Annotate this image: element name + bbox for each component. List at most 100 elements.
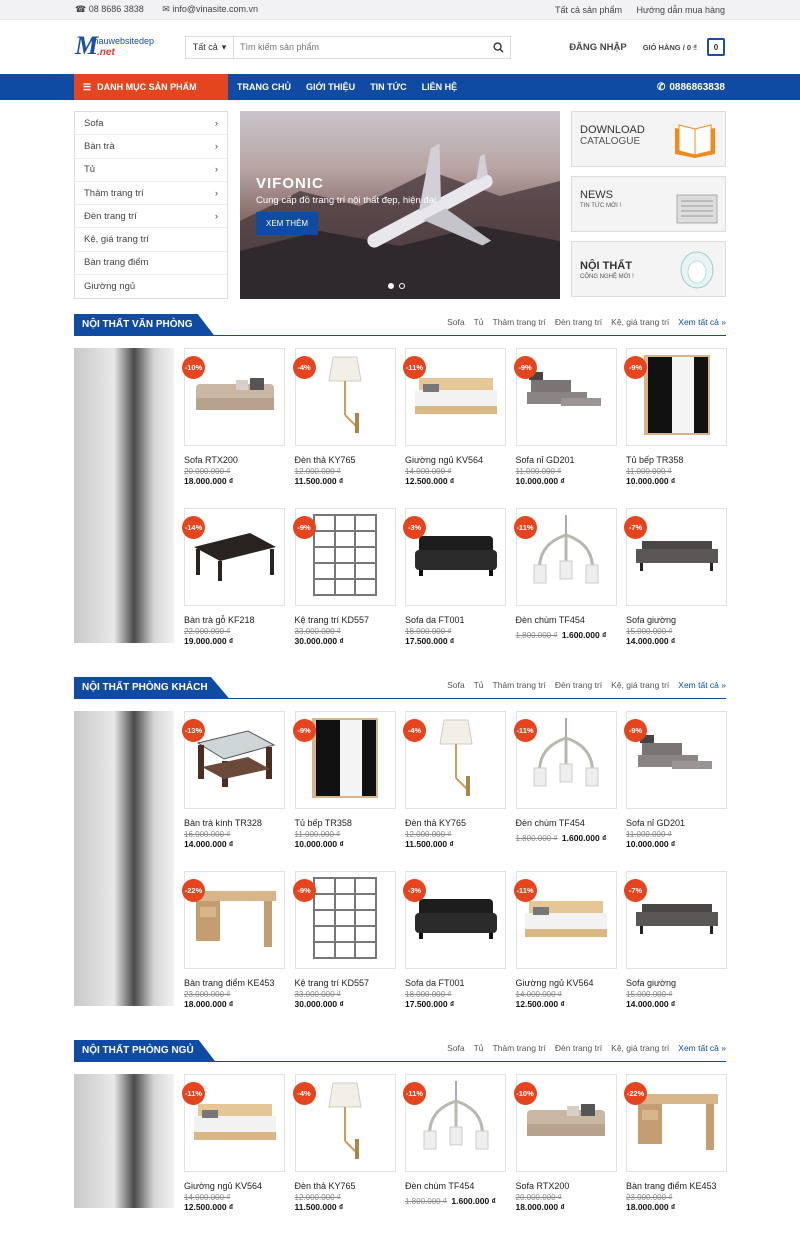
search-input[interactable] <box>234 36 486 58</box>
product-card[interactable]: -9% Sofa nỉ GD201 11.000.000 ₫ 10.000.000 ₫ <box>513 348 617 486</box>
product-card[interactable]: -10% Sofa RTX200 20.000.000 ₫ 18.000.000 ₫ <box>513 1074 617 1212</box>
sidebar-item-coffee-table[interactable]: Bàn trà › <box>75 135 227 159</box>
section-filter-link[interactable]: Sofa <box>447 317 465 327</box>
product-name[interactable]: Đèn thả KY765 <box>405 818 506 828</box>
section-title[interactable]: NỘI THẤT VĂN PHÒNG <box>74 314 215 336</box>
product-card[interactable]: -7% Sofa giường 15.000.000 ₫ 14.000.000 ₫ <box>624 871 727 1009</box>
product-card[interactable]: -22% Bàn trang điểm KE453 23.000.000 ₫ 18.0… <box>182 871 285 1009</box>
product-image[interactable]: -9% <box>624 348 727 446</box>
see-all-link[interactable]: Xem tất cả » <box>678 680 726 690</box>
product-image[interactable]: -4% <box>292 348 396 446</box>
category-menu-button[interactable]: ☰ DANH MỤC SẢN PHẨM <box>74 74 228 100</box>
product-card[interactable]: -9% Tủ bếp TR358 11.000.000 ₫ 10.000.000 ₫ <box>624 348 727 486</box>
cart-icon[interactable]: 0 <box>707 38 725 56</box>
product-name[interactable]: Tủ bếp TR358 <box>295 818 396 828</box>
product-name[interactable]: Đèn thả KY765 <box>295 455 396 465</box>
product-card[interactable]: -9% Kệ trang trí KD557 33.000.000 ₫ 30.000.… <box>292 871 396 1009</box>
product-card[interactable]: -22% Bàn trang điểm KE453 23.000.000 ₫ 18.0… <box>624 1074 727 1212</box>
section-filter-link[interactable]: Kệ, giá trang trí <box>611 317 669 327</box>
product-card[interactable]: -11% Đèn chùm TF454 1.800.000 ₫ 1.600.000 … <box>513 711 617 846</box>
section-filter-link[interactable]: Kệ, giá trang trí <box>611 680 669 690</box>
product-name[interactable]: Sofa RTX200 <box>516 1181 617 1191</box>
product-name[interactable]: Bàn trà gỗ KF218 <box>184 615 285 625</box>
sidebar-item-lamp[interactable]: Đèn trang trí › <box>75 205 227 229</box>
product-card[interactable]: -9% Tủ bếp TR358 11.000.000 ₫ 10.000.000 ₫ <box>292 711 396 849</box>
product-image[interactable]: -14% <box>182 508 285 606</box>
section-filter-link[interactable]: Đèn trang trí <box>555 317 602 327</box>
sidebar-item-shelf[interactable]: Kệ, giá trang trí <box>75 228 227 252</box>
product-name[interactable]: Sofa RTX200 <box>184 455 285 465</box>
product-card[interactable]: -7% Sofa giường 15.000.000 ₫ 14.000.000 ₫ <box>624 508 727 646</box>
hero-slider[interactable]: VIFONIC Cung cấp đồ trang trí nội thất đ… <box>240 111 560 299</box>
product-name[interactable]: Sofa giường <box>626 978 727 988</box>
product-name[interactable]: Giường ngủ KV564 <box>516 978 617 988</box>
product-image[interactable]: -7% <box>624 871 727 969</box>
sidebar-item-cabinet[interactable]: Tủ › <box>75 159 227 182</box>
sidebar-item-bed[interactable]: Giường ngủ <box>75 275 227 298</box>
product-image[interactable]: -13% <box>182 711 285 809</box>
section-filter-link[interactable]: Đèn trang trí <box>555 680 602 690</box>
logo[interactable]: M mauwebsitedep .net <box>75 32 169 62</box>
search-button[interactable] <box>486 37 510 58</box>
section-filter-link[interactable]: Đèn trang trí <box>555 1043 602 1053</box>
product-name[interactable]: Giường ngủ KV564 <box>405 455 506 465</box>
product-image[interactable]: -9% <box>624 711 727 809</box>
sidebar-item-dressing-table[interactable]: Bàn trang điểm <box>75 252 227 276</box>
guide-link[interactable]: Hướng dẫn mua hàng <box>637 5 725 15</box>
product-card[interactable]: -4% Đèn thả KY765 12.000.000 ₫ 11.500.000 ₫ <box>292 348 396 486</box>
product-card[interactable]: -11% Giường ngủ KV564 14.000.000 ₫ 12.500.0… <box>513 871 617 1009</box>
sidebar-item-rug[interactable]: Thảm trang trí › <box>75 182 227 206</box>
product-card[interactable]: -4% Đèn thả KY765 12.000.000 ₫ 11.500.000 ₫ <box>403 711 506 849</box>
product-name[interactable]: Bàn trà kính TR328 <box>184 818 285 828</box>
section-filter-link[interactable]: Tủ <box>474 680 484 690</box>
product-card[interactable]: -11% Đèn chùm TF454 1.800.000 ₫ 1.600.000 … <box>403 1074 506 1209</box>
product-image[interactable]: -11% <box>513 711 617 809</box>
section-filter-link[interactable]: Thảm trang trí <box>493 1043 546 1053</box>
section-filter-link[interactable]: Thảm trang trí <box>493 317 546 327</box>
product-image[interactable]: -9% <box>292 711 396 809</box>
product-card[interactable]: -9% Kệ trang trí KD557 33.000.000 ₫ 30.000.… <box>292 508 396 646</box>
product-image[interactable]: -10% <box>182 348 285 446</box>
slider-cta-button[interactable]: XEM THÊM <box>256 212 319 235</box>
section-filter-link[interactable]: Sofa <box>447 1043 465 1053</box>
product-name[interactable]: Kệ trang trí KD557 <box>295 978 396 988</box>
banner-catalogue[interactable]: DOWNLOAD CATALOGUE <box>571 111 726 167</box>
product-card[interactable]: -11% Giường ngủ KV564 14.000.000 ₫ 12.500.0… <box>182 1074 285 1212</box>
banner-news[interactable]: NEWS TIN TỨC MỚI ! <box>571 176 726 232</box>
section-filter-link[interactable]: Sofa <box>447 680 465 690</box>
slider-dot[interactable] <box>388 283 394 289</box>
product-image[interactable]: -22% <box>182 871 285 969</box>
product-image[interactable]: -11% <box>182 1074 285 1172</box>
nav-home[interactable]: TRANG CHỦ <box>237 82 291 92</box>
phone-contact[interactable]: ☎ 08 8686 3838 <box>75 4 152 14</box>
product-card[interactable]: -11% Đèn chùm TF454 1.800.000 ₫ 1.600.000 … <box>513 508 617 643</box>
product-image[interactable]: -9% <box>292 508 396 606</box>
product-image[interactable]: -4% <box>292 1074 396 1172</box>
product-image[interactable]: -11% <box>403 348 506 446</box>
product-card[interactable]: -9% Sofa nỉ GD201 11.000.000 ₫ 10.000.000 ₫ <box>624 711 727 849</box>
section-filter-link[interactable]: Kệ, giá trang trí <box>611 1043 669 1053</box>
nav-about[interactable]: GIỚI THIỆU <box>306 82 355 92</box>
section-banner-image[interactable] <box>74 1074 174 1208</box>
product-name[interactable]: Kệ trang trí KD557 <box>295 615 396 625</box>
product-image[interactable]: -11% <box>513 871 617 969</box>
login-link[interactable]: ĐĂNG NHẬP <box>569 42 627 53</box>
see-all-link[interactable]: Xem tất cả » <box>678 1043 726 1053</box>
section-filter-link[interactable]: Thảm trang trí <box>493 680 546 690</box>
product-name[interactable]: Bàn trang điểm KE453 <box>184 978 285 988</box>
product-name[interactable]: Đèn chùm TF454 <box>516 818 617 828</box>
email-contact[interactable]: ✉ info@vinasite.com.vn <box>162 4 266 14</box>
product-image[interactable]: -11% <box>513 508 617 606</box>
product-card[interactable]: -3% Sofa da FT001 18.000.000 ₫ 17.500.000 ₫ <box>403 508 506 646</box>
product-image[interactable]: -7% <box>624 508 727 606</box>
product-card[interactable]: -13% Bàn trà kính TR328 16.000.000 ₫ 14.000… <box>182 711 285 849</box>
cart-label[interactable]: GIỎ HÀNG / 0 ₫ <box>643 43 697 52</box>
product-name[interactable]: Sofa nỉ GD201 <box>626 818 727 828</box>
product-name[interactable]: Đèn chùm TF454 <box>516 615 617 625</box>
product-image[interactable]: -3% <box>403 871 506 969</box>
section-title[interactable]: NỘI THẤT PHÒNG KHÁCH <box>74 677 230 699</box>
sidebar-item-sofa[interactable]: Sofa › <box>75 112 227 136</box>
see-all-link[interactable]: Xem tất cả » <box>678 317 726 327</box>
hotline[interactable]: ✆ 0886863838 <box>657 82 725 93</box>
section-filter-link[interactable]: Tủ <box>474 317 484 327</box>
